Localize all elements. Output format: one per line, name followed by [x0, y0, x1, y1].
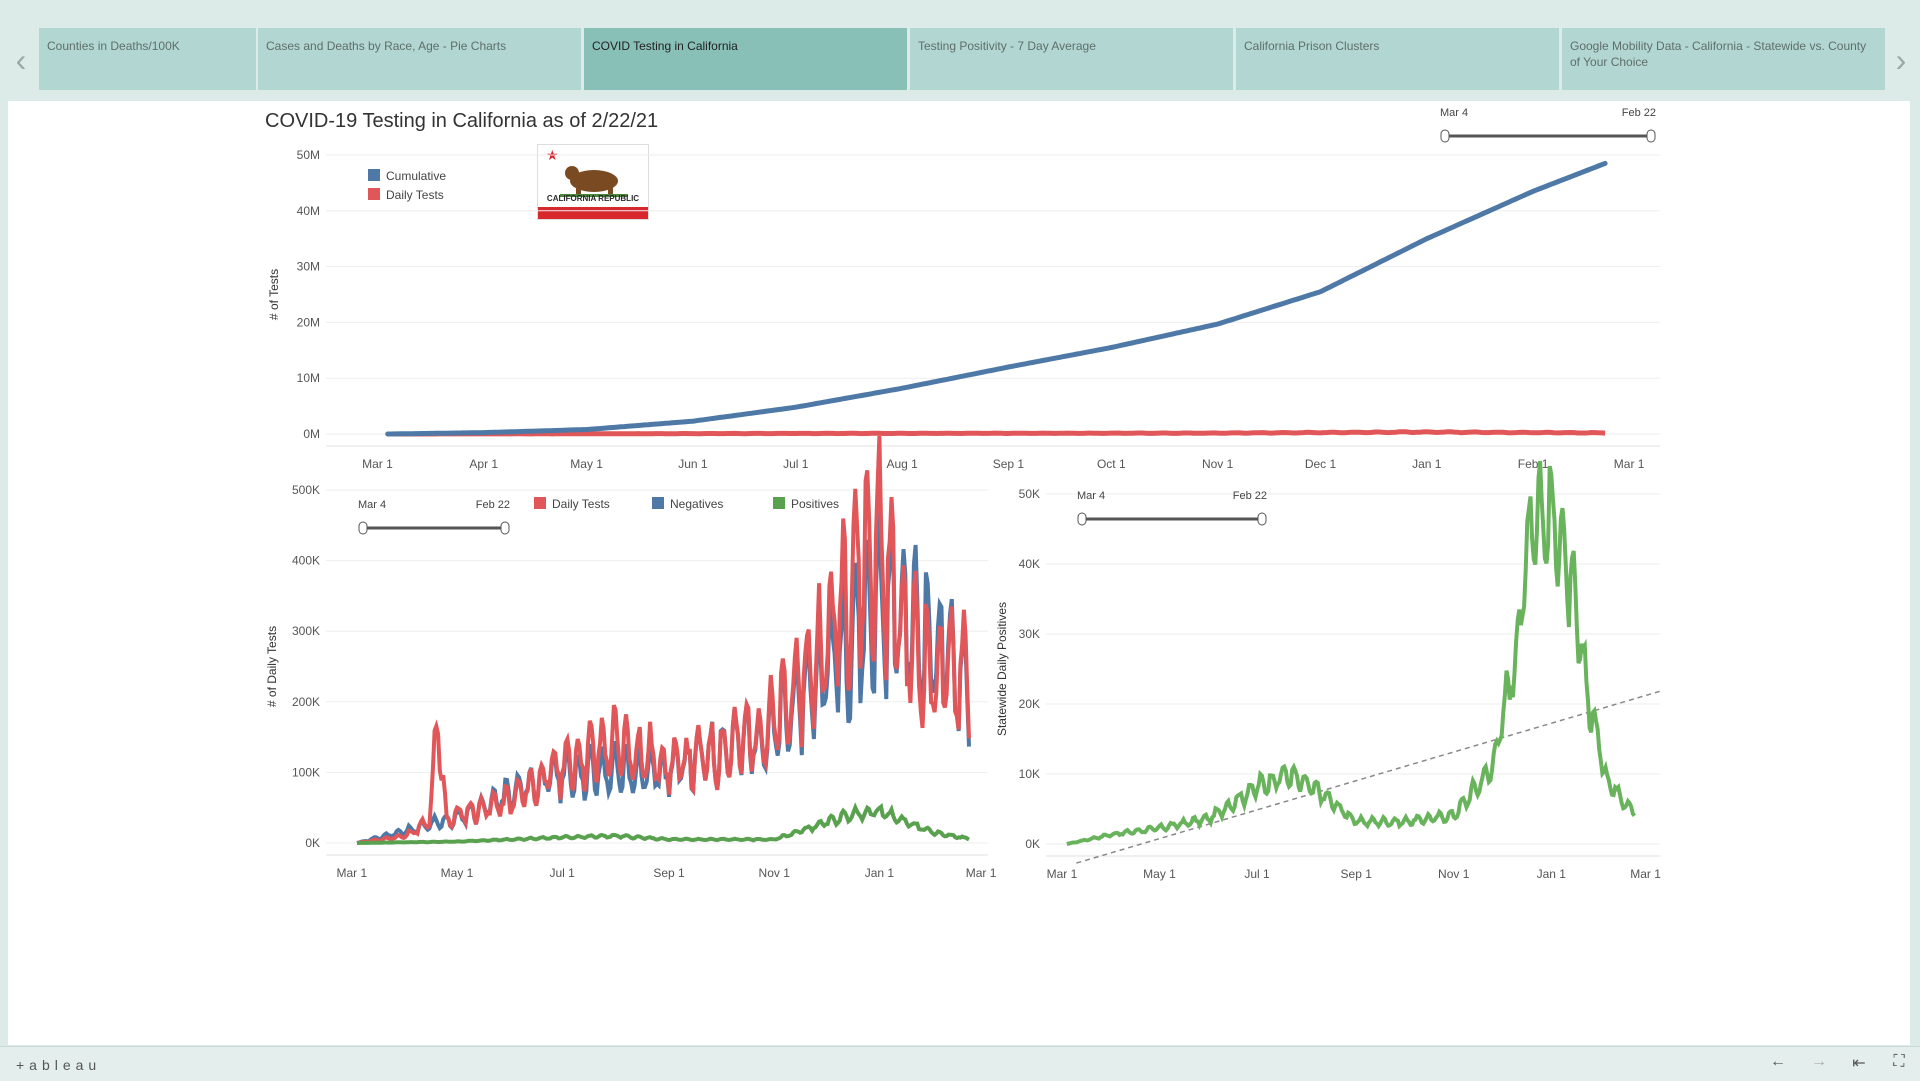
california-flag-image: ★ CALIFORNIA REPUBLIC — [537, 144, 649, 220]
tab-counties-deaths[interactable]: Counties in Deaths/100K — [39, 28, 256, 90]
flag-stripe — [538, 207, 648, 219]
tab-covid-testing[interactable]: COVID Testing in California — [584, 28, 907, 90]
revert-icon[interactable]: ⇤ — [1846, 1053, 1872, 1075]
tableau-logo[interactable]: +ableau — [16, 1057, 101, 1073]
dashboard-canvas — [8, 101, 1910, 1045]
tab-testing-positivity[interactable]: Testing Positivity - 7 Day Average — [910, 28, 1233, 90]
flag-caption: CALIFORNIA REPUBLIC — [546, 194, 640, 203]
dashboard-tab-bar: ‹ Counties in Deaths/100K Cases and Deat… — [0, 0, 1920, 100]
tableau-footer: +ableau ← → ⇤ ⛶ — [0, 1046, 1920, 1081]
redo-icon[interactable]: → — [1806, 1053, 1832, 1075]
tab-google-mobility[interactable]: Google Mobility Data - California - Stat… — [1562, 28, 1885, 90]
tableau-brand-text: +ableau — [16, 1057, 102, 1073]
dashboard-title: COVID-19 Testing in California as of 2/2… — [265, 110, 659, 132]
fullscreen-icon[interactable]: ⛶ — [1886, 1053, 1912, 1075]
tabs-next-arrow-icon[interactable]: › — [1886, 40, 1916, 80]
undo-icon[interactable]: ← — [1765, 1053, 1791, 1075]
tab-prison-clusters[interactable]: California Prison Clusters — [1236, 28, 1559, 90]
tabs-prev-arrow-icon[interactable]: ‹ — [6, 40, 36, 80]
tab-race-age-pie[interactable]: Cases and Deaths by Race, Age - Pie Char… — [258, 28, 581, 90]
